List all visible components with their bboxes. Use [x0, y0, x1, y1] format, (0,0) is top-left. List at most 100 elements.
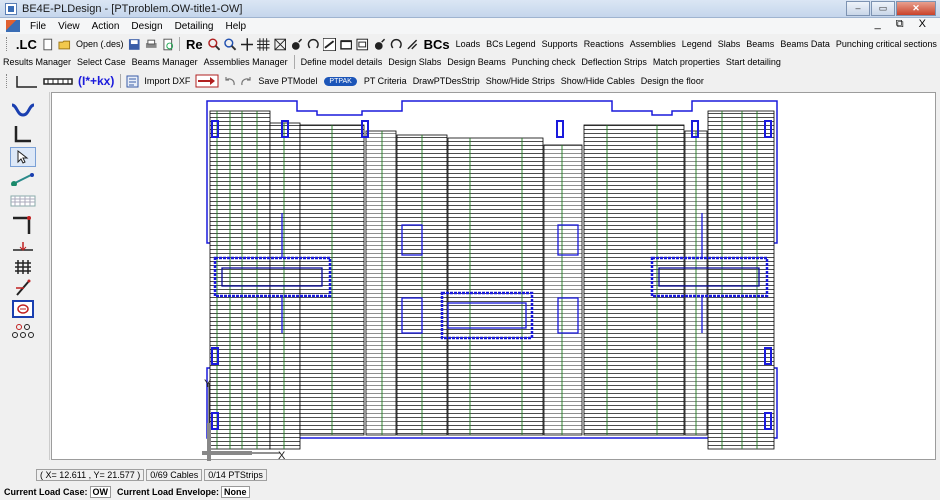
show-hide-strips-button[interactable]: Show/Hide Strips [483, 76, 558, 86]
mdi-controls[interactable]: _ ⧉ X [875, 18, 932, 31]
tendon-tool[interactable] [10, 100, 36, 120]
toolbar-grip[interactable] [6, 74, 9, 88]
maximize-button[interactable]: ▭ [871, 1, 895, 16]
open-folder-icon[interactable] [58, 38, 71, 51]
save-icon[interactable] [128, 38, 141, 51]
minimize-button[interactable]: – [846, 1, 870, 16]
assemblies-manager-button[interactable]: Assemblies Manager [201, 57, 291, 67]
match-properties-button[interactable]: Match properties [650, 57, 723, 67]
drawing-toolbar [0, 92, 50, 460]
beam-section-icon[interactable] [15, 75, 39, 88]
beam-icon[interactable] [356, 38, 369, 51]
import-dxf-button[interactable]: Import DXF [141, 76, 193, 86]
punching-check-button[interactable]: Punching check [509, 57, 579, 67]
window-title: BE4E-PLDesign - [PTproblem.OW-title1-OW] [22, 2, 243, 15]
redo-icon[interactable] [240, 75, 253, 88]
load-tool[interactable] [10, 237, 36, 257]
print-preview-icon[interactable] [162, 38, 175, 51]
slab-icon[interactable] [340, 38, 353, 51]
mesh-icon[interactable] [274, 38, 287, 51]
show-hide-cables-button[interactable]: Show/Hide Cables [558, 76, 638, 86]
design-beams-button[interactable]: Design Beams [444, 57, 509, 67]
stiffness-formula-button[interactable]: (I*+kx) [75, 74, 117, 88]
punching-critical-sections-button[interactable]: Punching critical sections [833, 39, 940, 49]
menu-design[interactable]: Design [125, 21, 168, 32]
floor-plan-drawing[interactable]: Y X [52, 93, 937, 462]
beams-data-button[interactable]: Beams Data [777, 39, 833, 49]
import-dxf-icon[interactable] [126, 75, 139, 88]
bcs-button[interactable]: BCs [421, 37, 453, 52]
design-the-floor-button[interactable]: Design the floor [638, 76, 707, 86]
grid-icon[interactable] [257, 37, 270, 51]
spring-icon[interactable] [390, 38, 403, 51]
select-case-button[interactable]: Select Case [74, 57, 129, 67]
legend-button[interactable]: Legend [679, 39, 715, 49]
support-points-icon [12, 324, 34, 338]
cables-count: 0/69 Cables [146, 469, 203, 481]
bcs-icon[interactable] [406, 38, 419, 51]
menu-help[interactable]: Help [219, 21, 252, 32]
pan-icon[interactable] [240, 37, 254, 51]
angle-tool[interactable] [10, 124, 36, 144]
moment-icon[interactable] [307, 38, 320, 51]
load-case-button[interactable]: .LC [13, 37, 40, 52]
loads-button[interactable]: Loads [453, 39, 484, 49]
load-icon [13, 242, 33, 251]
load-case-label: Current Load Case: [4, 487, 88, 497]
beams-button[interactable]: Beams [743, 39, 777, 49]
support-icon[interactable] [323, 37, 336, 51]
load-envelope-value[interactable]: None [221, 486, 250, 498]
angle-icon [14, 126, 31, 143]
line-tool[interactable] [10, 278, 36, 298]
node-tool[interactable] [10, 169, 36, 189]
node-icon [11, 173, 34, 186]
toolbar-grip[interactable] [6, 37, 9, 51]
assemblies-button[interactable]: Assemblies [627, 39, 679, 49]
start-detailing-button[interactable]: Start detailing [723, 57, 784, 67]
menu-file[interactable]: File [24, 21, 52, 32]
undo-icon[interactable] [223, 75, 236, 88]
menu-detailing[interactable]: Detailing [169, 21, 220, 32]
drawing-canvas[interactable]: Y X [51, 92, 937, 462]
reactions-button[interactable]: Reactions [581, 39, 627, 49]
strip-tool[interactable] [10, 191, 36, 211]
export-icon[interactable] [195, 73, 219, 89]
redraw-button[interactable]: Re [183, 37, 206, 52]
point-load-icon[interactable] [290, 38, 303, 51]
document-icon[interactable] [6, 20, 20, 32]
new-file-icon[interactable] [42, 38, 55, 51]
draw-ptdesstrip-button[interactable]: DrawPTDesStrip [410, 76, 483, 86]
define-model-details-button[interactable]: Define model details [298, 57, 386, 67]
deflection-strips-button[interactable]: Deflection Strips [578, 57, 650, 67]
ptpak-button[interactable]: PTPAK [324, 76, 357, 86]
zoom-icon[interactable] [224, 37, 237, 51]
support-points-tool[interactable] [10, 321, 36, 341]
y-axis-label: Y [204, 378, 212, 390]
zoom-window-icon[interactable] [207, 37, 221, 51]
column-icon[interactable] [373, 38, 386, 51]
load-case-value[interactable]: OW [89, 486, 112, 498]
slabs-button[interactable]: Slabs [715, 39, 744, 49]
pt-criteria-button[interactable]: PT Criteria [361, 76, 410, 86]
column-tool[interactable] [10, 215, 36, 235]
menu-action[interactable]: Action [86, 21, 126, 32]
beams-manager-button[interactable]: Beams Manager [129, 57, 201, 67]
strips-count: 0/14 PTStrips [204, 469, 267, 481]
grid-tool[interactable] [10, 257, 36, 277]
save-ptmodel-button[interactable]: Save PTModel [255, 76, 320, 86]
menu-view[interactable]: View [52, 21, 86, 32]
supports-button[interactable]: Supports [539, 39, 581, 49]
bcs-legend-button[interactable]: BCs Legend [483, 39, 539, 49]
toolbar-separator [293, 55, 295, 69]
opening-tool[interactable] [10, 299, 36, 319]
design-slabs-button[interactable]: Design Slabs [385, 57, 444, 67]
close-button[interactable]: ✕ [896, 1, 936, 16]
open-des-button[interactable]: Open (.des) [73, 39, 127, 49]
results-manager-button[interactable]: Results Manager [0, 57, 74, 67]
pointer-icon [17, 150, 29, 164]
print-icon[interactable] [145, 38, 158, 51]
strip-icon[interactable] [43, 75, 73, 88]
select-tool[interactable] [10, 147, 36, 167]
toolbar-separator [120, 74, 122, 88]
cursor-coordinates: ( X= 12.611 , Y= 21.577 ) [36, 469, 145, 481]
